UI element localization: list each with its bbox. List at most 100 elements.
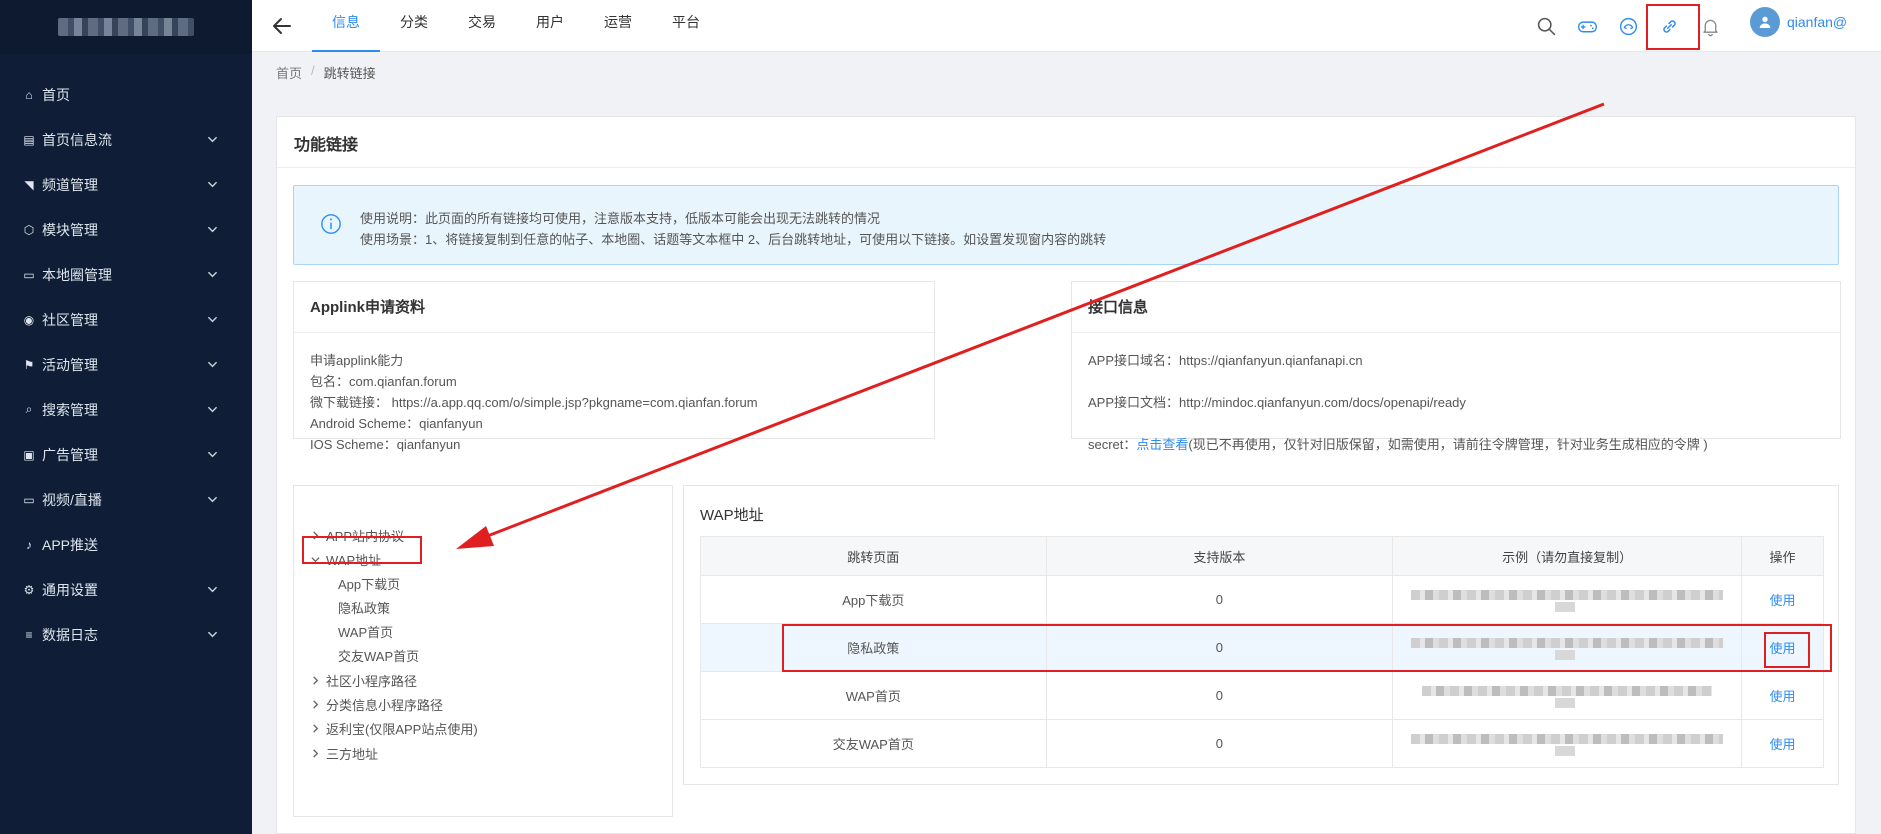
sidebar-item-label: 搜索管理 xyxy=(42,401,98,418)
bell-icon: ♪ xyxy=(26,537,32,552)
chevron-right-icon[interactable] xyxy=(308,674,322,688)
breadcrumb-separator: / xyxy=(311,63,315,78)
nav-tab[interactable]: 信息 xyxy=(312,0,380,52)
notice-line-usage: 使用说明：此页面的所有链接均可使用，注意版本支持，低版本可能会出现无法跳转的情况 xyxy=(360,211,881,226)
column-header: 示例（请勿直接复制） xyxy=(1392,536,1743,576)
tree-node[interactable]: 交友WAP首页 xyxy=(338,646,419,665)
top-icon-bar xyxy=(1534,0,1739,52)
applink-line: Android Scheme：qianfanyun xyxy=(310,416,483,431)
user-menu[interactable]: qianfan@ xyxy=(1750,6,1847,38)
cell-version: 0 xyxy=(1045,671,1394,720)
tree-node-label: 交友WAP首页 xyxy=(338,649,420,664)
divider xyxy=(294,332,934,333)
cell-action: 使用 xyxy=(1741,719,1824,768)
tree-node[interactable]: 隐私政策 xyxy=(338,598,390,617)
logo-image xyxy=(58,18,194,36)
chevron-right-icon[interactable] xyxy=(308,698,322,712)
nav-tab[interactable]: 平台 xyxy=(652,0,720,52)
user-circle-icon: ◉ xyxy=(23,312,35,327)
chevron-down-icon[interactable] xyxy=(206,584,218,596)
tree-node-label: 分类信息小程序路径 xyxy=(326,698,444,713)
cell-version: 0 xyxy=(1045,575,1394,624)
gamepad-icon[interactable] xyxy=(1575,14,1599,38)
category-tree: APP站内协议 WAP地址 App下载页 隐私政策 WAP首页 交友WAP首页 社区小程序路… xyxy=(293,485,673,817)
cell-example xyxy=(1392,671,1743,720)
api-secret: secret：点击查看(现已不再使用，仅针对旧版保留，如需使用，请前往令牌管理，… xyxy=(1088,434,1708,453)
sidebar-item[interactable]: ⚑ 活动管理 xyxy=(0,342,252,387)
tree-node[interactable]: 社区小程序路径 xyxy=(308,671,417,690)
search-icon: ⌕ xyxy=(25,402,33,416)
chevron-right-icon[interactable] xyxy=(308,747,322,761)
sidebar-item[interactable]: ▣ 广告管理 xyxy=(0,432,252,477)
chevron-down-icon[interactable] xyxy=(206,269,218,281)
use-button[interactable]: 使用 xyxy=(1770,689,1796,704)
cell-page: App下载页 xyxy=(700,575,1047,624)
column-header: 支持版本 xyxy=(1045,536,1394,576)
chevron-down-icon[interactable] xyxy=(206,224,218,236)
chevron-down-icon[interactable] xyxy=(206,404,218,416)
sidebar-item-label: 模块管理 xyxy=(42,221,98,238)
sidebar-item[interactable]: ≡ 数据日志 xyxy=(0,612,252,657)
game-controller-icon[interactable] xyxy=(1616,14,1640,38)
gear-icon: ⚙ xyxy=(23,582,35,597)
search-icon[interactable] xyxy=(1534,14,1558,38)
use-button[interactable]: 使用 xyxy=(1770,737,1796,752)
annotation-box xyxy=(1764,632,1810,668)
divider xyxy=(277,167,1855,168)
sidebar-item[interactable]: ⬡ 模块管理 xyxy=(0,207,252,252)
back-arrow-icon[interactable] xyxy=(270,14,294,38)
sidebar-item[interactable]: ◥ 频道管理 xyxy=(0,162,252,207)
breadcrumb-current: 跳转链接 xyxy=(323,66,376,81)
notice-box: 使用说明：此页面的所有链接均可使用，注意版本支持，低版本可能会出现无法跳转的情况… xyxy=(293,185,1839,265)
sidebar-item[interactable]: ▤ 首页信息流 xyxy=(0,117,252,162)
applink-title: Applink申请资料 xyxy=(310,299,425,316)
nav-tab[interactable]: 用户 xyxy=(516,0,584,52)
table-header: 跳转页面 支持版本 示例（请勿直接复制） 操作 xyxy=(700,536,1824,576)
applink-line: IOS Scheme：qianfanyun xyxy=(310,437,461,452)
breadcrumb-home[interactable]: 首页 xyxy=(276,63,302,82)
sidebar-item[interactable]: ⌂ 首页 xyxy=(0,72,252,117)
sidebar-menu: ⌂ 首页 ▤ 首页信息流 ◥ 频道管理 ⬡ 模块管理 ▭ 本地圈管理 ◉ 社区管理 ⚑ 活动管理 ⌕ 搜索管理… xyxy=(0,72,252,657)
tree-node-label: 返利宝(仅限APP站点使用) xyxy=(326,722,478,737)
nav-tab[interactable]: 运营 xyxy=(584,0,652,52)
chevron-down-icon[interactable] xyxy=(206,314,218,326)
logo[interactable] xyxy=(0,0,252,54)
sidebar-item[interactable]: ◉ 社区管理 xyxy=(0,297,252,342)
tree-node[interactable]: 返利宝(仅限APP站点使用) xyxy=(308,719,478,738)
nav-tab[interactable]: 分类 xyxy=(380,0,448,52)
sidebar-item[interactable]: ▭ 视频/直播 xyxy=(0,477,252,522)
sidebar-item-label: 社区管理 xyxy=(42,311,98,328)
cell-page: WAP首页 xyxy=(700,671,1047,720)
chevron-down-icon[interactable] xyxy=(206,494,218,506)
tree-node[interactable]: WAP首页 xyxy=(338,622,393,641)
avatar xyxy=(1750,7,1780,37)
use-button[interactable]: 使用 xyxy=(1770,593,1796,608)
sidebar-item[interactable]: ⌕ 搜索管理 xyxy=(0,387,252,432)
api-doc: APP接口文档：http://mindoc.qianfanyun.com/doc… xyxy=(1088,395,1466,410)
chevron-down-icon[interactable] xyxy=(206,179,218,191)
table-row: App下载页 0 使用 xyxy=(700,575,1824,624)
sidebar-item-label: 活动管理 xyxy=(42,356,98,373)
cube-icon: ⬡ xyxy=(23,222,35,237)
sidebar-item[interactable]: ♪ APP推送 xyxy=(0,522,252,567)
tree-node[interactable]: 三方地址 xyxy=(308,744,378,763)
bell-icon[interactable] xyxy=(1698,14,1722,38)
tree-node[interactable]: App下载页 xyxy=(338,574,400,593)
secret-view-link[interactable]: 点击查看 xyxy=(1136,437,1188,452)
tv-icon: ▭ xyxy=(23,492,35,507)
list-icon: ▤ xyxy=(23,132,35,147)
tree-node-label: 社区小程序路径 xyxy=(326,674,418,689)
nav-tab[interactable]: 交易 xyxy=(448,0,516,52)
chevron-down-icon[interactable] xyxy=(206,449,218,461)
applink-line: 申请applink能力 xyxy=(310,353,404,368)
username: qianfan@ xyxy=(1787,14,1848,30)
tree-node[interactable]: 分类信息小程序路径 xyxy=(308,695,443,714)
sidebar-item-label: 首页信息流 xyxy=(42,131,112,148)
chevron-down-icon[interactable] xyxy=(206,134,218,146)
sidebar-item[interactable]: ⚙ 通用设置 xyxy=(0,567,252,612)
sidebar-item[interactable]: ▭ 本地圈管理 xyxy=(0,252,252,297)
chevron-down-icon[interactable] xyxy=(206,629,218,641)
rss-icon: ◥ xyxy=(24,177,34,192)
chevron-right-icon[interactable] xyxy=(308,722,322,736)
chevron-down-icon[interactable] xyxy=(206,359,218,371)
